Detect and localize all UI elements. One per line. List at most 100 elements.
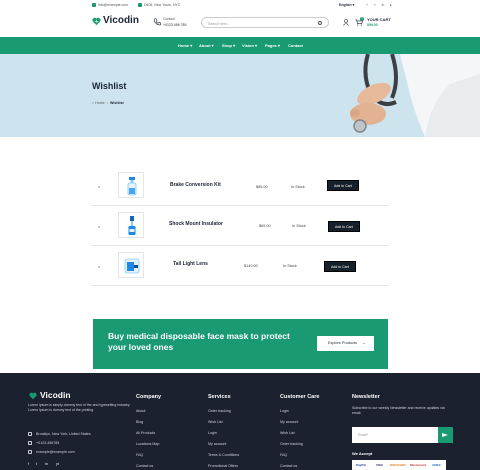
mail-icon [92, 3, 96, 8]
footer-link[interactable]: Wish List [280, 431, 295, 435]
product-price: $85.00 [256, 185, 268, 189]
footer-link[interactable]: Login [208, 431, 217, 435]
nav-pages[interactable]: Pages ▾ [265, 43, 280, 48]
footer-link[interactable]: Blog [136, 420, 143, 424]
top-email[interactable]: info@example.com [92, 3, 128, 8]
paypal-logo: PayPal [356, 463, 366, 467]
breadcrumb: ⌂ Home › Wishlist [92, 101, 124, 105]
footer-logo[interactable]: Vicodin [40, 390, 71, 400]
product-image[interactable] [118, 172, 144, 198]
main-nav: Home ▾ About ▾ Shop ▾ Vision ▾ Pages ▾ C… [0, 37, 480, 54]
nav-about[interactable]: About ▾ [199, 43, 214, 48]
stock-status: In Stock [291, 185, 305, 189]
facebook-icon[interactable]: f [28, 462, 29, 466]
youtube-icon[interactable]: yt [56, 462, 59, 466]
doctor-stethoscope-image [350, 54, 480, 137]
footer-company-title: Company [136, 394, 162, 400]
table-row: × Tail Light Lens $149.00 In Stock Add t… [92, 246, 388, 286]
nav-home[interactable]: Home ▾ [178, 43, 192, 48]
facebook-icon[interactable]: f [365, 3, 369, 7]
mail-icon [28, 450, 32, 454]
footer-link[interactable]: Locations Map [136, 442, 159, 446]
mastercard-logo: Mastercard [410, 463, 427, 467]
footer-description: Lorem Ipsum is simply dummy text of the … [28, 403, 131, 413]
add-to-cart-button[interactable]: Add to Cart [327, 180, 359, 191]
arrow-right-icon: → [362, 341, 366, 345]
newsletter-text: Subscribe to our weekly Newsletter and r… [352, 406, 445, 416]
heart-logo-icon [92, 17, 101, 26]
linkedin-icon[interactable]: in [381, 3, 385, 7]
footer-link[interactable]: Login [280, 409, 289, 413]
footer-link[interactable]: All Products [136, 431, 155, 435]
visa-logo: VISA [376, 463, 384, 467]
payment-methods: PayPal VISA DISCOVER Mastercard AMEX [352, 460, 446, 470]
phone-label: Contact [163, 17, 176, 21]
footer-link[interactable]: Contact us [136, 464, 153, 468]
product-name[interactable]: Tail Light Lens [173, 261, 208, 267]
promo-banner: Buy medical disposable face mask to prot… [93, 319, 388, 369]
footer-link[interactable]: Contact us [280, 464, 297, 468]
search-icon[interactable] [318, 21, 322, 25]
footer-link[interactable]: My account [208, 442, 226, 446]
amex-logo: AMEX [432, 463, 441, 467]
remove-icon[interactable]: × [98, 224, 100, 229]
phone-number[interactable]: +0123 456 789 [163, 23, 186, 27]
twitter-icon[interactable]: t [36, 462, 37, 466]
add-to-cart-button[interactable]: Add to Cart [324, 261, 356, 272]
footer-link[interactable]: About [136, 409, 145, 413]
breadcrumb-current: Wishlist [109, 101, 124, 105]
newsletter-email-input[interactable]: Email* [352, 427, 438, 443]
promo-title: Buy medical disposable face mask to prot… [108, 331, 290, 352]
twitter-icon[interactable]: t [373, 3, 377, 7]
footer-email[interactable]: example@example.com [36, 450, 75, 454]
stock-status: In Stock [292, 224, 306, 228]
remove-icon[interactable]: × [98, 184, 100, 189]
site-logo[interactable]: Vicodin [103, 15, 139, 26]
product-price: $69.00 [259, 224, 271, 228]
remove-icon[interactable]: × [98, 264, 100, 269]
cart-label[interactable]: YOUR CART [367, 17, 391, 22]
footer-link[interactable]: Promotional Offers [208, 464, 238, 468]
breadcrumb-home[interactable]: Home [95, 101, 105, 105]
language-select[interactable]: English ▾ [339, 3, 354, 7]
search-input[interactable]: Search here... [201, 17, 329, 28]
footer-address: Brooklyn, New York, United States [36, 432, 91, 436]
newsletter-submit-button[interactable] [438, 427, 453, 443]
cart-count-badge: 0 [360, 17, 364, 21]
explore-products-button[interactable]: Explore Products → [317, 336, 374, 351]
add-to-cart-button[interactable]: Add to Cart [328, 221, 360, 232]
table-row: × Shock Mount Insulator $69.00 In Stock … [92, 206, 388, 246]
nav-shop[interactable]: Shop ▾ [222, 43, 235, 48]
product-name[interactable]: Brake Conversion Kit [170, 182, 221, 188]
top-location: D405, New Yourk, NYC [138, 3, 180, 8]
home-icon: ⌂ [92, 101, 95, 105]
footer-phone[interactable]: +0123-456789 [36, 441, 59, 445]
nav-contact[interactable]: Contact [288, 43, 303, 48]
nav-vision[interactable]: Vision ▾ [242, 43, 257, 48]
phone-icon [28, 441, 32, 445]
footer-link[interactable]: Order tracking [208, 409, 231, 413]
page-banner: Wishlist ⌂ Home › Wishlist [0, 54, 480, 137]
heart-logo-icon [29, 392, 37, 400]
product-image[interactable] [118, 252, 144, 278]
cart-total: $99.00 [367, 23, 378, 27]
footer-link[interactable]: Wish List [208, 420, 223, 424]
footer-link[interactable]: FAQ [136, 453, 143, 457]
table-row: × Brake Conversion Kit $85.00 In Stock A… [92, 166, 388, 206]
user-icon[interactable] [343, 19, 349, 26]
location-pin-icon [138, 3, 142, 8]
product-name[interactable]: Shock Mount Insulator [169, 221, 223, 227]
discover-logo: DISCOVER [390, 463, 406, 467]
footer-link[interactable]: Order tracking [280, 442, 303, 446]
top-bar: info@example.com D405, New Yourk, NYC En… [0, 0, 480, 10]
footer: Vicodin Lorem Ipsum is simply dummy text… [0, 373, 480, 470]
footer-services-title: Services [208, 394, 231, 400]
product-image[interactable] [118, 212, 144, 238]
footer-link[interactable]: Terms & Conditions [208, 453, 239, 457]
stock-status: In Stock [283, 264, 297, 268]
linkedin-icon[interactable]: in [45, 462, 48, 466]
footer-link[interactable]: My account [280, 420, 298, 424]
footer-link[interactable]: FAQ [280, 453, 287, 457]
youtube-icon[interactable]: ▸ [389, 3, 393, 7]
footer-customer-care-title: Customer Care [280, 394, 320, 400]
